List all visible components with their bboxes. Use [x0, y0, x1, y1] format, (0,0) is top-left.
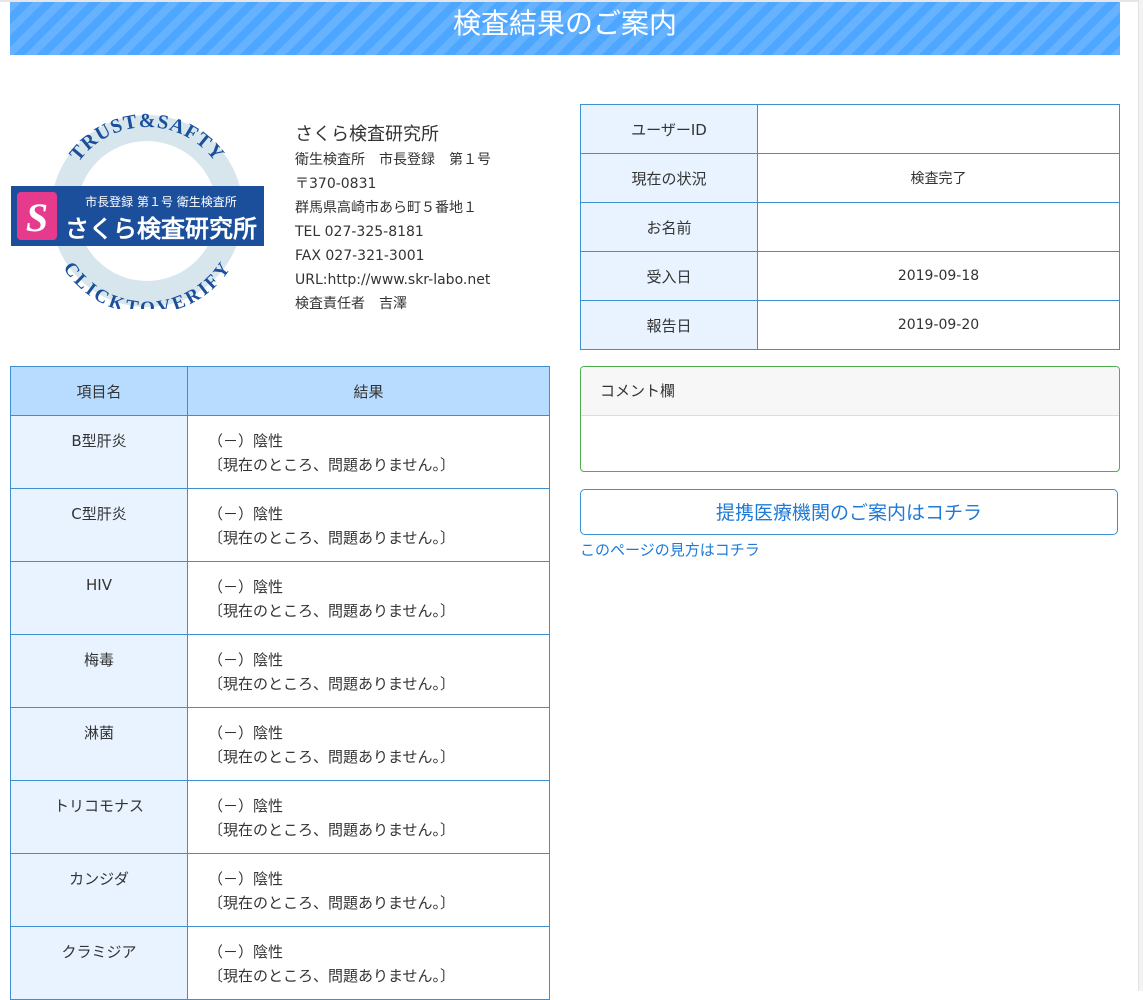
results-table: 項目名 結果 B型肝炎 （－）陰性 〔現在のところ、問題ありません。〕 C型肝炎…: [10, 366, 550, 1000]
test-item-name: 梅毒: [10, 634, 188, 708]
test-item-name: HIV: [10, 561, 188, 635]
table-row: HIV （－）陰性 〔現在のところ、問題ありません。〕: [10, 561, 550, 635]
info-row-status: 現在の状況 検査完了: [580, 153, 1120, 203]
test-item-name: B型肝炎: [10, 415, 188, 489]
table-row: クラミジア （－）陰性 〔現在のところ、問題ありません。〕: [10, 926, 550, 1000]
test-result: （－）陰性 〔現在のところ、問題ありません。〕: [187, 780, 550, 854]
page-guide-link[interactable]: このページの見方はコチラ: [580, 539, 760, 560]
table-row: B型肝炎 （－）陰性 〔現在のところ、問題ありません。〕: [10, 415, 550, 489]
result-value: （－）陰性: [208, 578, 284, 596]
logo-s-letter: S: [26, 195, 48, 240]
test-item-name: カンジダ: [10, 853, 188, 927]
info-row-name: お名前: [580, 202, 1120, 252]
comment-label: コメント欄: [581, 367, 1119, 416]
test-item-name: 淋菌: [10, 707, 188, 781]
test-item-name: C型肝炎: [10, 488, 188, 562]
test-result: （－）陰性 〔現在のところ、問題ありません。〕: [187, 634, 550, 708]
info-value: 2019-09-20: [757, 300, 1120, 350]
info-value: 2019-09-18: [757, 251, 1120, 301]
info-label: 報告日: [580, 300, 758, 350]
info-label: 現在の状況: [580, 153, 758, 203]
result-value: （－）陰性: [208, 505, 284, 523]
table-row: 淋菌 （－）陰性 〔現在のところ、問題ありません。〕: [10, 707, 550, 781]
info-row-user-id: ユーザーID: [580, 104, 1120, 154]
test-item-name: クラミジア: [10, 926, 188, 1000]
result-value: （－）陰性: [208, 651, 284, 669]
result-note: 〔現在のところ、問題ありません。〕: [208, 967, 456, 985]
test-result: （－）陰性 〔現在のところ、問題ありません。〕: [187, 415, 550, 489]
page-header: 検査結果のご案内: [10, 2, 1120, 55]
lab-url: URL:http://www.skr-labo.net: [295, 272, 491, 288]
lab-tel: TEL 027-325-8181: [295, 224, 424, 240]
test-item-name: トリコモナス: [10, 780, 188, 854]
lab-address: 群馬県高崎市あら町５番地１: [295, 200, 477, 216]
result-note: 〔現在のところ、問題ありません。〕: [208, 894, 456, 912]
info-value: 検査完了: [757, 153, 1120, 203]
result-note: 〔現在のところ、問題ありません。〕: [208, 748, 456, 766]
user-info-table: ユーザーID 現在の状況 検査完了 お名前 受入日 2019-09-18 報告日…: [580, 104, 1120, 350]
result-value: （－）陰性: [208, 797, 284, 815]
info-value: [757, 202, 1120, 252]
test-result: （－）陰性 〔現在のところ、問題ありません。〕: [187, 707, 550, 781]
partner-clinics-button[interactable]: 提携医療機関のご案内はコチラ: [580, 489, 1118, 535]
scrollbar-track[interactable]: [1138, 0, 1143, 991]
logo-badge-top-text: 市長登録 第１号 衛生検査所: [85, 194, 237, 209]
result-value: （－）陰性: [208, 943, 284, 961]
info-label: 受入日: [580, 251, 758, 301]
result-note: 〔現在のところ、問題ありません。〕: [208, 675, 456, 693]
result-note: 〔現在のところ、問題ありません。〕: [208, 821, 456, 839]
test-result: （－）陰性 〔現在のところ、問題ありません。〕: [187, 853, 550, 927]
test-result: （－）陰性 〔現在のところ、問題ありません。〕: [187, 926, 550, 1000]
lab-supervisor: 検査責任者 吉澤: [295, 296, 407, 312]
page-title: 検査結果のご案内: [452, 7, 677, 40]
lab-logo: TRUST&SAFTY CLICKTOVERIFY S 市長登録 第１号 衛生検…: [11, 113, 264, 309]
info-row-received-date: 受入日 2019-09-18: [580, 251, 1120, 301]
comment-panel: コメント欄: [580, 366, 1120, 472]
result-note: 〔現在のところ、問題ありません。〕: [208, 602, 456, 620]
table-row: C型肝炎 （－）陰性 〔現在のところ、問題ありません。〕: [10, 488, 550, 562]
lab-registration: 衛生検査所 市長登録 第１号: [295, 152, 491, 168]
info-label: お名前: [580, 202, 758, 252]
info-label: ユーザーID: [580, 104, 758, 154]
lab-info: さくら検査研究所 衛生検査所 市長登録 第１号 〒370-0831 群馬県高崎市…: [295, 122, 565, 316]
lab-name: さくら検査研究所: [295, 124, 439, 145]
column-header-item: 項目名: [10, 366, 188, 416]
test-result: （－）陰性 〔現在のところ、問題ありません。〕: [187, 561, 550, 635]
table-row: トリコモナス （－）陰性 〔現在のところ、問題ありません。〕: [10, 780, 550, 854]
lab-fax: FAX 027-321-3001: [295, 248, 425, 264]
result-value: （－）陰性: [208, 870, 284, 888]
logo-badge-main-text: さくら検査研究所: [65, 215, 257, 243]
results-header-row: 項目名 結果: [10, 366, 550, 416]
result-value: （－）陰性: [208, 724, 284, 742]
result-value: （－）陰性: [208, 432, 284, 450]
info-row-report-date: 報告日 2019-09-20: [580, 300, 1120, 350]
result-note: 〔現在のところ、問題ありません。〕: [208, 529, 456, 547]
result-note: 〔現在のところ、問題ありません。〕: [208, 456, 456, 474]
table-row: 梅毒 （－）陰性 〔現在のところ、問題ありません。〕: [10, 634, 550, 708]
lab-postal-code: 〒370-0831: [295, 176, 377, 192]
table-row: カンジダ （－）陰性 〔現在のところ、問題ありません。〕: [10, 853, 550, 927]
column-header-result: 結果: [187, 366, 550, 416]
info-value: [757, 104, 1120, 154]
test-result: （－）陰性 〔現在のところ、問題ありません。〕: [187, 488, 550, 562]
